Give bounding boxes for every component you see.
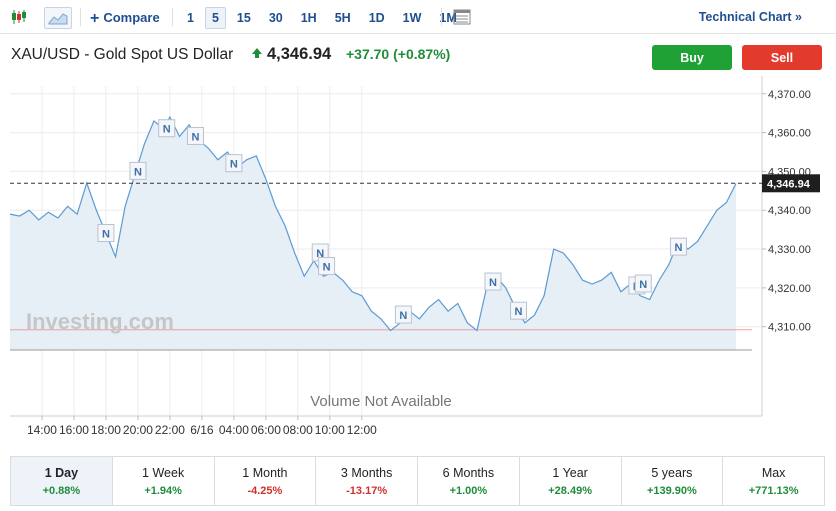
period-change: +1.00% <box>449 484 488 497</box>
news-marker[interactable]: N <box>97 224 115 243</box>
period-change: +1.94% <box>144 484 182 497</box>
area-chart-icon[interactable] <box>44 7 72 29</box>
x-tick-label: 06:00 <box>251 423 281 437</box>
news-marker[interactable]: N <box>158 119 176 138</box>
compare-button[interactable]: + Compare <box>90 9 160 27</box>
period-tab-max[interactable]: Max +771.13% <box>723 457 824 505</box>
interval-button-5h[interactable]: 5H <box>328 7 358 29</box>
toolbar-divider <box>441 8 442 26</box>
news-marker-label: N <box>102 229 110 241</box>
y-tick-label: 4,360.00 <box>768 128 811 140</box>
price-chart-svg[interactable]: Investing.com 4,310.00 4,320.00 4,330.00 4,3… <box>0 76 836 450</box>
price-change: +37.70 (+0.87%) <box>346 46 450 62</box>
news-marker[interactable]: N <box>225 154 243 173</box>
compare-label: Compare <box>103 10 160 25</box>
buy-button[interactable]: Buy <box>652 45 732 70</box>
news-marker[interactable]: N <box>634 274 652 293</box>
period-label: Max <box>761 465 786 480</box>
news-marker-label: N <box>192 131 200 143</box>
instrument-header: XAU/USD - Gold Spot US Dollar 4,346.94 +… <box>0 36 836 76</box>
y-tick-label: 4,330.00 <box>768 244 811 256</box>
news-marker-label: N <box>399 310 407 322</box>
last-price: 4,346.94 <box>267 45 332 63</box>
interval-button-30[interactable]: 30 <box>262 7 290 29</box>
news-marker-label: N <box>323 262 331 274</box>
x-tick-label: 14:00 <box>27 423 57 437</box>
x-tick-label: 16:00 <box>59 423 89 437</box>
period-label: 1 Year <box>552 465 588 480</box>
period-label: 1 Day <box>44 465 79 480</box>
x-tick-label: 10:00 <box>315 423 345 437</box>
x-tick-label: 12:00 <box>347 423 377 437</box>
price-chart[interactable]: Investing.com 4,310.00 4,320.00 4,330.00 4,3… <box>0 76 836 450</box>
period-tab-1-month[interactable]: 1 Month -4.25% <box>215 457 317 505</box>
news-marker[interactable]: N <box>394 305 412 324</box>
sell-button[interactable]: Sell <box>742 45 822 70</box>
news-marker-label: N <box>163 124 171 136</box>
news-marker-label: N <box>515 306 523 318</box>
chart-toolbar: + Compare 1 5 15 30 1H 5H 1D 1W 1M Technical Char… <box>0 0 836 34</box>
up-arrow-icon <box>252 48 262 58</box>
x-tick-label: 22:00 <box>155 423 185 437</box>
period-change: +0.88% <box>42 484 81 497</box>
change-percent: (+0.87%) <box>393 46 451 62</box>
interval-button-1h[interactable]: 1H <box>294 7 324 29</box>
period-change: +771.13% <box>748 484 799 497</box>
news-marker-label: N <box>639 279 647 291</box>
news-marker[interactable]: N <box>187 126 204 145</box>
x-tick-label: 08:00 <box>283 423 313 437</box>
investing-watermark: Investing.com <box>26 309 174 334</box>
x-tick-label: 04:00 <box>219 423 249 437</box>
interval-button-1[interactable]: 1 <box>180 7 201 29</box>
y-tick-label: 4,370.00 <box>768 89 811 101</box>
period-label: 1 Week <box>142 465 185 480</box>
table-view-icon[interactable] <box>451 7 473 27</box>
period-tab-1-year[interactable]: 1 Year +28.49% <box>520 457 622 505</box>
period-change: -13.17% <box>346 484 388 497</box>
period-change: -4.25% <box>247 484 283 497</box>
news-marker-label: N <box>674 242 682 254</box>
interval-button-1d[interactable]: 1D <box>362 7 392 29</box>
period-change: +28.49% <box>548 484 592 497</box>
period-label: 5 years <box>651 465 693 480</box>
period-tab-1-week[interactable]: 1 Week +1.94% <box>113 457 215 505</box>
y-tick-label: 4,310.00 <box>768 322 811 334</box>
period-tab-6-months[interactable]: 6 Months +1.00% <box>418 457 520 505</box>
toolbar-divider <box>80 8 81 26</box>
news-marker[interactable]: N <box>484 272 502 291</box>
news-marker[interactable]: N <box>510 301 528 320</box>
last-price-badge-label: 4,346.94 <box>767 178 811 190</box>
y-tick-label: 4,320.00 <box>768 283 811 295</box>
news-marker-label: N <box>230 159 238 171</box>
x-tick-label: 18:00 <box>91 423 121 437</box>
period-label: 1 Month <box>242 465 288 480</box>
news-marker[interactable]: N <box>318 257 336 276</box>
candlestick-icon[interactable] <box>8 7 30 27</box>
x-tick-label: 20:00 <box>123 423 153 437</box>
x-tick-label: 6/16 <box>190 423 214 437</box>
change-value: +37.70 <box>346 46 390 62</box>
y-tick-label: 4,340.00 <box>768 205 811 217</box>
period-performance-bar: 1 Day +0.88% 1 Week +1.94% 1 Month -4.25% 3 Mo… <box>10 456 825 506</box>
plus-icon: + <box>90 10 100 27</box>
interval-button-1w[interactable]: 1W <box>396 7 429 29</box>
period-change: +139.90% <box>646 484 697 497</box>
technical-chart-link[interactable]: Technical Chart » <box>699 10 802 24</box>
period-tab-3-months[interactable]: 3 Months -13.17% <box>316 457 418 505</box>
news-marker[interactable]: N <box>129 161 147 180</box>
toolbar-divider <box>172 8 173 26</box>
news-marker-label: N <box>489 277 497 289</box>
period-tab-5-years[interactable]: 5 years +139.90% <box>622 457 724 505</box>
interval-button-15[interactable]: 15 <box>230 7 258 29</box>
news-marker[interactable]: N <box>669 237 687 256</box>
interval-button-5[interactable]: 5 <box>204 7 226 29</box>
period-tab-1-day[interactable]: 1 Day +0.88% <box>11 457 113 505</box>
instrument-title: XAU/USD - Gold Spot US Dollar <box>11 46 234 63</box>
period-label: 6 Months <box>442 465 495 480</box>
news-marker-label: N <box>134 166 142 178</box>
period-label: 3 Months <box>340 465 393 480</box>
volume-note: Volume Not Available <box>310 393 451 410</box>
interval-selector: 1 5 15 30 1H 5H 1D 1W 1M <box>180 7 468 29</box>
